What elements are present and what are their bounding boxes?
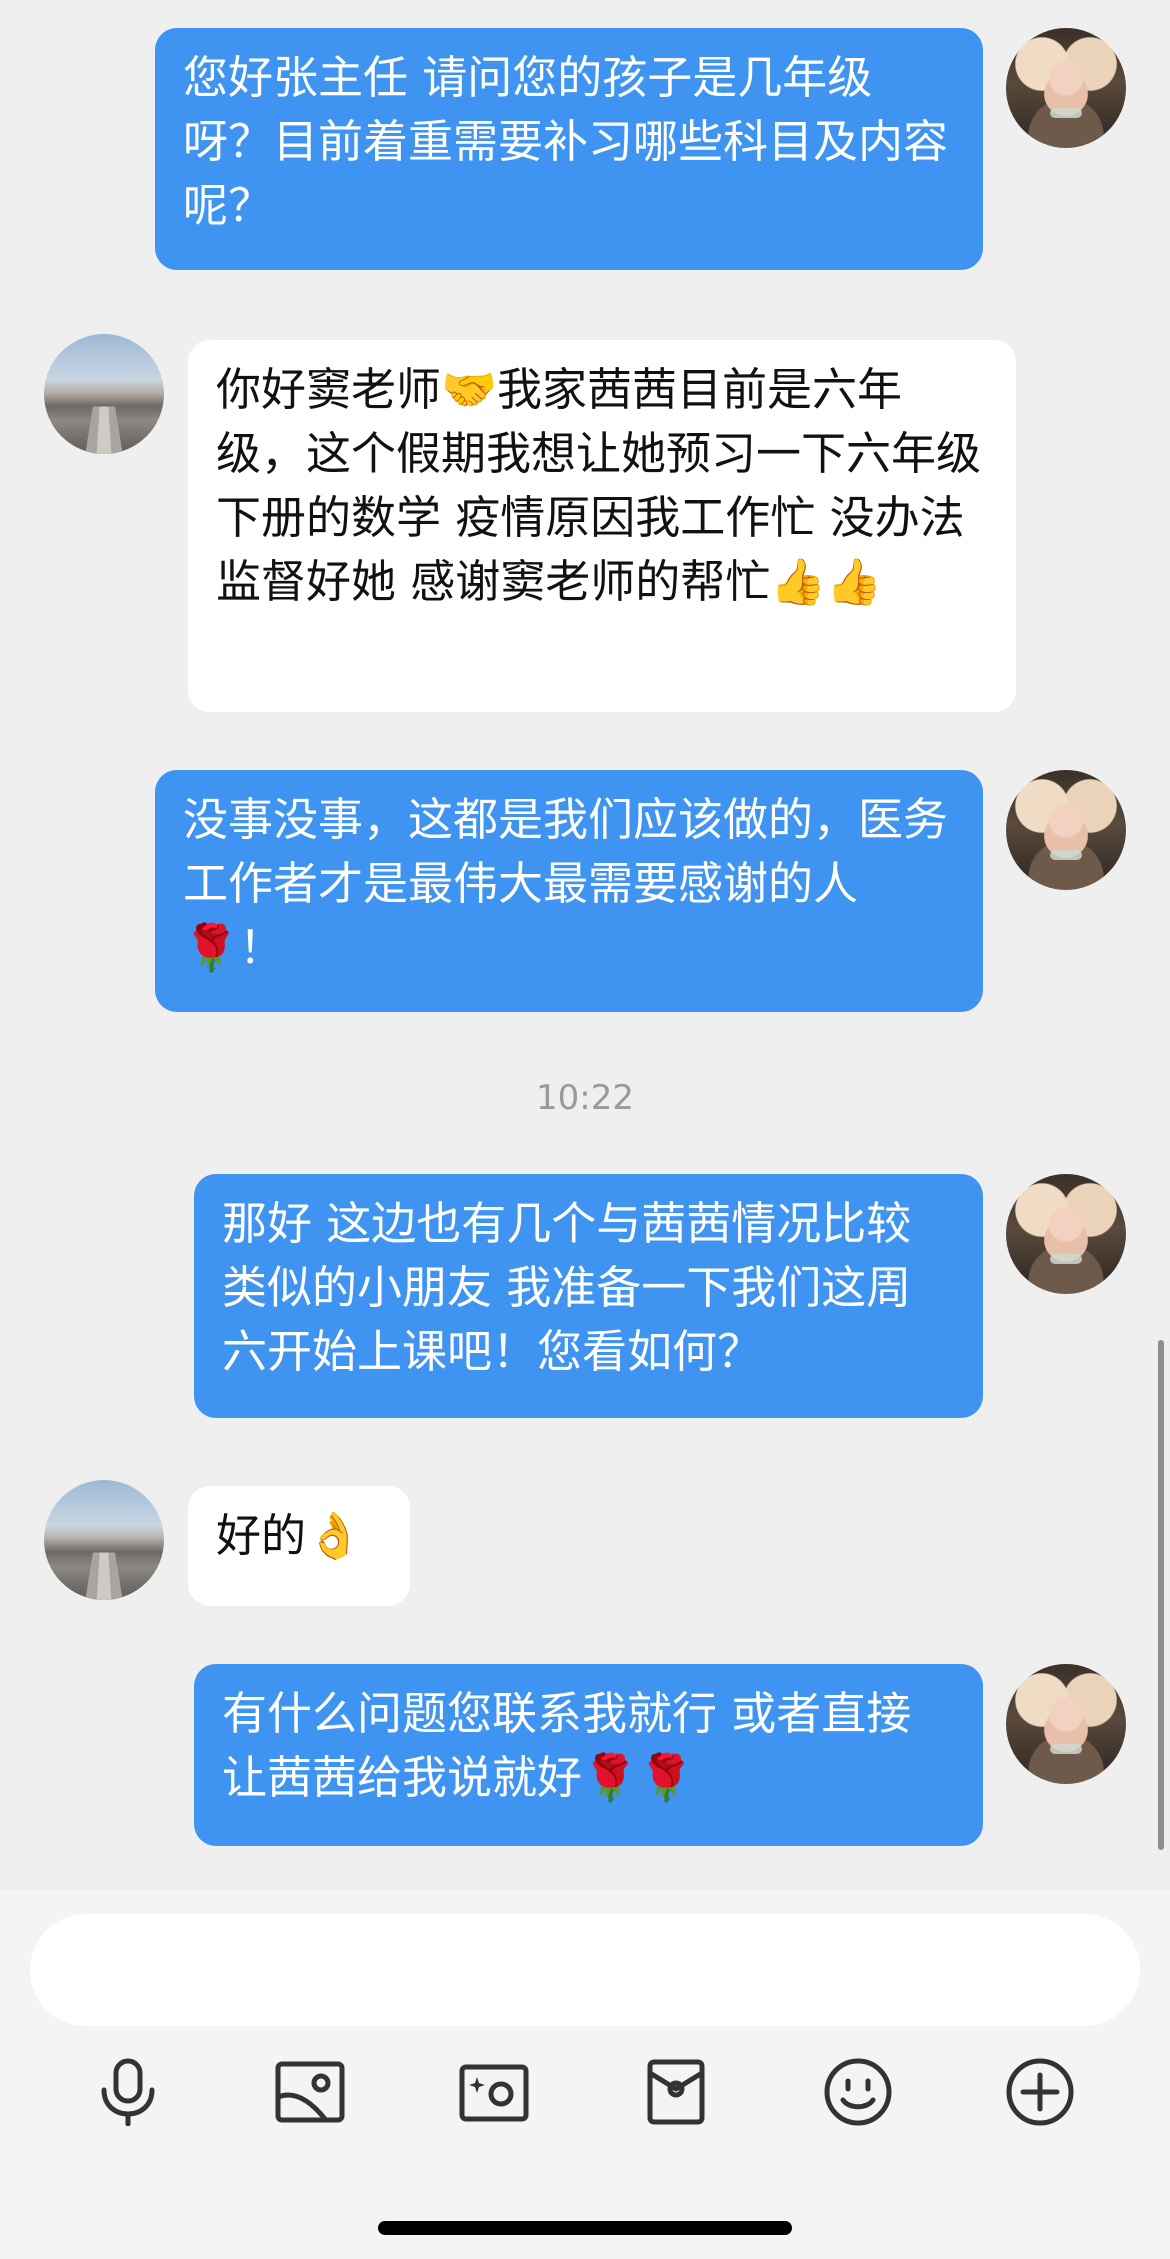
message-bubble-outgoing[interactable]: 那好 这边也有几个与茜茜情况比较类似的小朋友 我准备一下我们这周六开始上课吧！您… bbox=[194, 1174, 983, 1418]
avatar-parent[interactable] bbox=[44, 1480, 164, 1600]
message-bubble-outgoing[interactable]: 有什么问题您联系我就行 或者直接让茜茜给我说就好🌹🌹 bbox=[194, 1664, 983, 1846]
avatar-parent[interactable] bbox=[44, 334, 164, 454]
message-timestamp: 10:22 bbox=[536, 1078, 634, 1118]
message-text: 您好张主任 请问您的孩子是几年级呀？目前着重需要补习哪些科目及内容呢？ bbox=[183, 51, 949, 232]
message-bubble-incoming[interactable]: 好的👌 bbox=[188, 1486, 410, 1606]
message-text: 你好窦老师🤝我家茜茜目前是六年级，这个假期我想让她预习一下六年级下册的数学 疫情… bbox=[216, 363, 982, 608]
message-text: 好的👌 bbox=[216, 1509, 363, 1562]
chat-history[interactable]: 您好张主任 请问您的孩子是几年级呀？目前着重需要补习哪些科目及内容呢？ 你好窦老… bbox=[0, 0, 1170, 1890]
message-input[interactable] bbox=[30, 1914, 1140, 2026]
message-text: 没事没事，这都是我们应该做的，医务工作者才是最伟大最需要感谢的人🌹！ bbox=[183, 793, 949, 974]
avatar-teacher[interactable] bbox=[1006, 28, 1126, 148]
plus-icon[interactable] bbox=[1002, 2054, 1078, 2130]
camera-icon[interactable] bbox=[456, 2054, 532, 2130]
message-bubble-outgoing[interactable]: 您好张主任 请问您的孩子是几年级呀？目前着重需要补习哪些科目及内容呢？ bbox=[155, 28, 983, 270]
microphone-icon[interactable] bbox=[90, 2054, 166, 2130]
home-indicator[interactable] bbox=[378, 2221, 792, 2235]
scrollbar[interactable] bbox=[1158, 1340, 1164, 1850]
image-icon[interactable] bbox=[272, 2054, 348, 2130]
red-packet-icon[interactable] bbox=[638, 2054, 714, 2130]
avatar-teacher[interactable] bbox=[1006, 770, 1126, 890]
emoji-icon[interactable] bbox=[820, 2054, 896, 2130]
message-bubble-incoming[interactable]: 你好窦老师🤝我家茜茜目前是六年级，这个假期我想让她预习一下六年级下册的数学 疫情… bbox=[188, 340, 1016, 712]
message-text: 那好 这边也有几个与茜茜情况比较类似的小朋友 我准备一下我们这周六开始上课吧！您… bbox=[222, 1197, 912, 1378]
message-text: 有什么问题您联系我就行 或者直接让茜茜给我说就好🌹🌹 bbox=[222, 1687, 912, 1804]
avatar-teacher[interactable] bbox=[1006, 1664, 1126, 1784]
message-bubble-outgoing[interactable]: 没事没事，这都是我们应该做的，医务工作者才是最伟大最需要感谢的人🌹！ bbox=[155, 770, 983, 1012]
avatar-teacher[interactable] bbox=[1006, 1174, 1126, 1294]
